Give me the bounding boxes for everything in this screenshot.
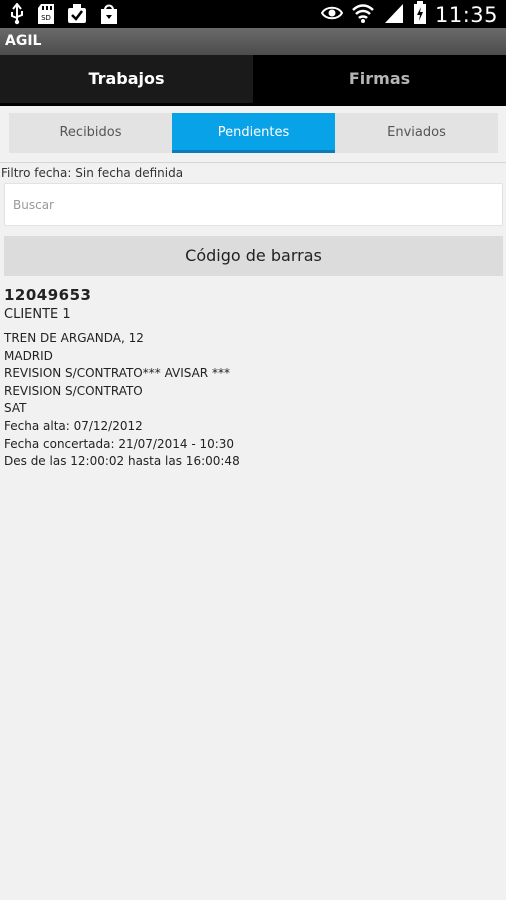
job-details: TREN DE ARGANDA, 12 MADRID REVISION S/CO…	[4, 330, 502, 471]
tab-enviados[interactable]: Enviados	[335, 113, 498, 153]
job-list-item[interactable]: 12049653 CLIENTE 1 TREN DE ARGANDA, 12 M…	[4, 286, 502, 471]
sub-tabs: Recibidos Pendientes Enviados	[9, 113, 498, 153]
sd-card-icon: SD	[36, 3, 56, 29]
job-client: CLIENTE 1	[4, 307, 71, 322]
job-service: SAT	[4, 401, 27, 416]
job-address: TREN DE ARGANDA, 12	[4, 331, 144, 345]
job-id: 12049653	[4, 286, 92, 304]
status-time: 11:35	[434, 3, 498, 27]
job-city: MADRID	[4, 348, 53, 363]
job-time-window: Des de las 12:00:02 hasta las 16:00:48	[4, 454, 240, 469]
usb-icon	[8, 2, 26, 29]
tab-trabajos[interactable]: Trabajos	[0, 55, 253, 103]
tabs-divider	[0, 103, 506, 106]
date-filter-label: Filtro fecha: Sin fecha definida	[1, 166, 184, 180]
job-created-date: Fecha alta: 07/12/2012	[4, 418, 143, 433]
job-type: REVISION S/CONTRATO	[4, 383, 143, 398]
eye-icon	[320, 4, 344, 26]
search-input[interactable]	[4, 183, 503, 226]
tab-recibidos[interactable]: Recibidos	[9, 113, 172, 153]
status-left-icons: SD	[8, 2, 120, 29]
barcode-button[interactable]: Código de barras	[4, 236, 503, 276]
main-tabs: Trabajos Firmas	[0, 55, 506, 103]
status-bar: SD 11:35	[0, 0, 506, 28]
job-note: REVISION S/CONTRATO*** AVISAR ***	[4, 366, 230, 381]
tab-pendientes[interactable]: Pendientes	[172, 113, 335, 153]
svg-text:SD: SD	[41, 14, 51, 22]
wifi-icon	[351, 2, 375, 28]
job-scheduled-date: Fecha concertada: 21/07/2014 - 10:30	[4, 436, 235, 451]
download-icon	[66, 3, 88, 29]
status-right-icons: 11:35	[320, 1, 498, 29]
sub-tabs-divider	[0, 162, 506, 163]
app-title: AGIL	[0, 28, 506, 55]
battery-charging-icon	[413, 1, 427, 29]
shopping-bag-icon	[98, 3, 120, 29]
signal-icon	[383, 2, 405, 28]
tab-firmas[interactable]: Firmas	[253, 55, 506, 103]
